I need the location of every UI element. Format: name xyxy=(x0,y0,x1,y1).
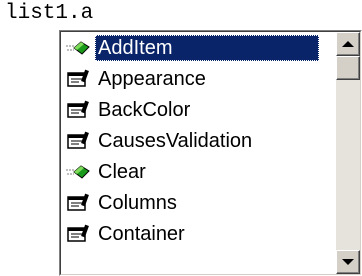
property-icon xyxy=(61,125,95,156)
list-item-label: Clear xyxy=(98,160,146,183)
property-icon xyxy=(61,218,95,249)
member-list[interactable]: AddItem Appearance BackColor CausesValid… xyxy=(61,32,335,249)
autocomplete-popup: AddItem Appearance BackColor CausesValid… xyxy=(59,30,362,276)
arrow-down-icon xyxy=(342,259,354,265)
scroll-down-button[interactable] xyxy=(336,250,360,274)
list-item-additem[interactable]: AddItem xyxy=(61,32,335,63)
list-item-label: Container xyxy=(98,222,185,245)
list-item-columns[interactable]: Columns xyxy=(61,187,335,218)
list-item-label: AddItem xyxy=(95,34,319,61)
scrollbar-thumb[interactable] xyxy=(336,56,360,80)
method-icon xyxy=(61,32,95,63)
arrow-up-icon xyxy=(342,41,354,47)
property-icon xyxy=(61,63,95,94)
vertical-scrollbar[interactable] xyxy=(336,32,360,274)
list-item-causesvalidation[interactable]: CausesValidation xyxy=(61,125,335,156)
scroll-up-button[interactable] xyxy=(336,32,360,56)
list-item-appearance[interactable]: Appearance xyxy=(61,63,335,94)
property-icon xyxy=(61,94,95,125)
list-item-clear[interactable]: Clear xyxy=(61,156,335,187)
code-editor-line[interactable]: list1.a xyxy=(5,0,93,28)
list-item-label: BackColor xyxy=(98,98,191,121)
list-item-backcolor[interactable]: BackColor xyxy=(61,94,335,125)
list-item-label: Appearance xyxy=(98,67,206,90)
list-item-label: CausesValidation xyxy=(98,129,253,152)
method-icon xyxy=(61,156,95,187)
property-icon xyxy=(61,187,95,218)
list-item-label: Columns xyxy=(98,191,177,214)
list-item-container[interactable]: Container xyxy=(61,218,335,249)
